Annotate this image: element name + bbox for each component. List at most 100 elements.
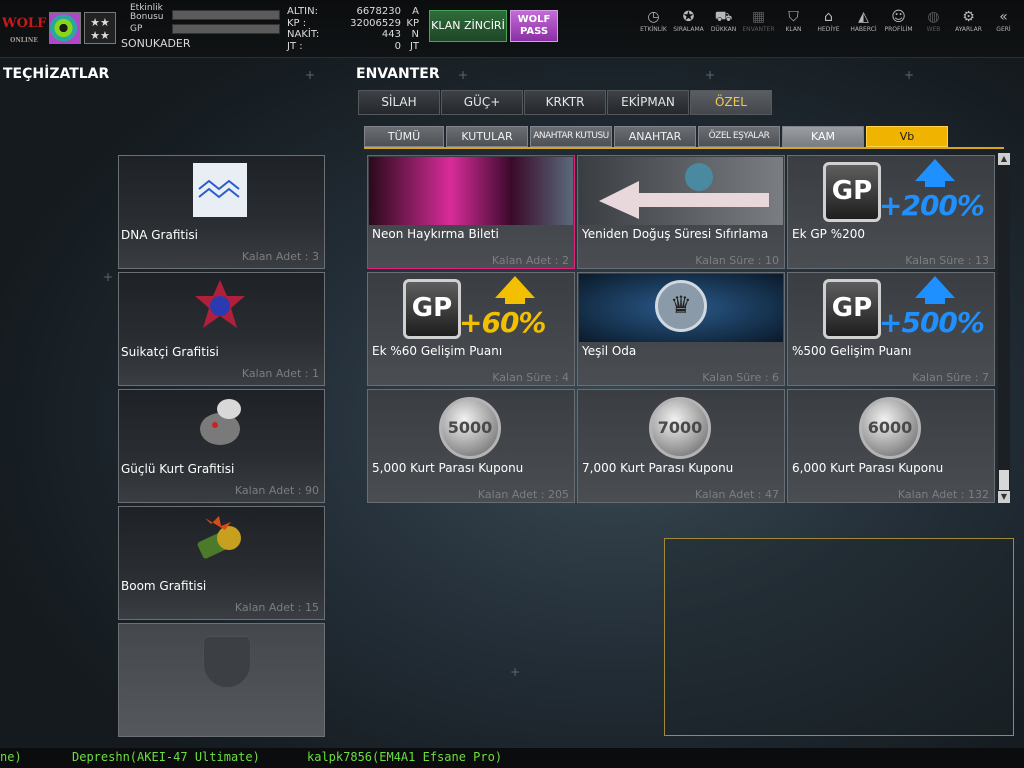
tab-ekipman[interactable]: EKİPMAN (607, 90, 689, 115)
equipment-slot[interactable]: Boom Grafitisi Kalan Adet : 15 (118, 506, 325, 620)
nav-etki̇nli̇k[interactable]: ◷ ETKİNLİK (636, 8, 671, 44)
item-name: Neon Haykırma Bileti (372, 227, 499, 241)
boom-graffiti-icon (197, 516, 241, 559)
decor-cross: + (103, 270, 114, 284)
empty-slot-shield-icon (203, 636, 251, 688)
equipment-count: Kalan Adet : 1 (241, 367, 319, 380)
item-name: 7,000 Kurt Parası Kuponu (582, 461, 734, 475)
subtab-kam[interactable]: KAM (782, 126, 864, 147)
item-name: Yeşil Oda (582, 344, 637, 358)
currency-row-cash: NAKİT: 443 N (287, 29, 419, 40)
inventory-item[interactable]: GP +60% Ek %60 Gelişim Puanı Kalan Süre : 4 (367, 272, 575, 386)
decor-cross: + (458, 68, 469, 82)
gp-bonus-icon: GP +500% (789, 274, 993, 342)
currency-row-jt: JT : 0 JT (287, 40, 419, 52)
chat-ticker: ne) Depreshn(AKEI-47 Ultimate) kalpk7856… (0, 748, 1024, 768)
inventory-item[interactable]: Neon Haykırma Bileti Kalan Adet : 2 (367, 155, 575, 269)
inventory-scrollbar[interactable] (998, 153, 1010, 503)
subtab-anahtar[interactable]: ANAHTAR (614, 126, 696, 147)
equipment-slot[interactable]: Suikatçi Grafitisi Kalan Adet : 1 (118, 272, 325, 386)
decor-cross: + (904, 68, 915, 82)
item-remaining: Kalan Adet : 2 (491, 254, 569, 267)
nav-label: ENVANTER (742, 26, 775, 33)
equipment-slot[interactable]: Güçlü Kurt Grafitisi Kalan Adet : 90 (118, 389, 325, 503)
globe-icon: ◍ (927, 9, 940, 25)
inventory-item[interactable]: GP +500% %500 Gelişim Puanı Kalan Süre : 7 (787, 272, 995, 386)
nav-haberci̇[interactable]: ◭ HABERCİ (846, 8, 881, 44)
neon-shout-ticket-icon (369, 157, 573, 225)
subtab-kutular[interactable]: KUTULAR (446, 126, 528, 147)
subtab-anahtar-kutusu[interactable]: ANAHTAR KUTUSU (530, 126, 612, 147)
nav-label: HABERCİ (850, 26, 877, 33)
wolf-coin-icon: 6000 (789, 391, 993, 459)
scroll-down-arrow-icon[interactable]: ▼ (998, 491, 1010, 503)
nav-label: KLAN (785, 26, 802, 33)
subtab-tumu[interactable]: TÜMÜ (364, 126, 444, 147)
equipment-slot-empty[interactable] (118, 623, 325, 737)
coin-value: 6000 (859, 397, 921, 459)
inventory-item[interactable]: GP +200% Ek GP %200 Kalan Süre : 13 (787, 155, 995, 269)
scroll-thumb[interactable] (999, 470, 1009, 490)
nav-ayarlar[interactable]: ⚙ AYARLAR (951, 8, 986, 44)
inventory-item[interactable]: 7000 7,000 Kurt Parası Kuponu Kalan Adet :… (577, 389, 785, 503)
gp-percent: +60% (459, 306, 546, 339)
medal-icon: ✪ (682, 9, 695, 25)
inventory-item[interactable]: ♛ Yeşil Oda Kalan Süre : 6 (577, 272, 785, 386)
nav-label: GERİ (996, 26, 1011, 33)
nav-hedi̇ye[interactable]: ⌂ HEDİYE (811, 8, 846, 44)
wolf-coin-icon: 5000 (369, 391, 573, 459)
equipment-count: Kalan Adet : 3 (241, 250, 319, 263)
wolf-coin-icon: 7000 (579, 391, 783, 459)
top-bar: WOLF ONLINE ★★ ★★ Etkinlik Bonusu GP SON… (0, 0, 1024, 58)
item-remaining: Kalan Süre : 10 (695, 254, 779, 267)
inventory-item[interactable]: Yeniden Doğuş Süresi Sıfırlama Kalan Süre… (577, 155, 785, 269)
nav-label: DÜKKAN (710, 26, 737, 33)
arrow-stem (925, 294, 945, 304)
equipment-heading: TEÇHİZATLAR (3, 66, 110, 82)
cart-icon: ⛟ (714, 9, 733, 25)
equipment-name: Güçlü Kurt Grafitisi (121, 462, 235, 476)
equipment-name: DNA Grafitisi (121, 228, 199, 242)
item-name: 5,000 Kurt Parası Kuponu (372, 461, 524, 475)
tab-guc[interactable]: GÜÇ+ (441, 90, 523, 115)
avatar[interactable] (49, 12, 81, 44)
nav-profi̇li̇m[interactable]: ☺ PROFİLİM (881, 8, 916, 44)
green-room-icon: ♛ (579, 274, 783, 342)
subtab-ozel-esyalar[interactable]: ÖZEL EŞYALAR (698, 126, 780, 147)
subtab-vb[interactable]: Vb (866, 126, 948, 147)
rank-badge: ★★ ★★ (84, 12, 116, 44)
shield-icon: ⛉ (788, 9, 799, 25)
subtab-underline (364, 147, 1004, 149)
nav-label: AYARLAR (955, 26, 982, 33)
wolf-pass-button[interactable]: WOLF PASS (510, 10, 558, 42)
gp-bonus-icon: GP +200% (789, 157, 993, 225)
tab-ozel[interactable]: ÖZEL (690, 90, 772, 115)
tab-krktr[interactable]: KRKTR (524, 90, 606, 115)
tab-silah[interactable]: SİLAH (358, 90, 440, 115)
item-remaining: Kalan Süre : 7 (912, 371, 989, 384)
item-name: Ek %60 Gelişim Puanı (372, 344, 503, 358)
crown-badge-icon: ♛ (655, 280, 707, 332)
clan-chain-button[interactable]: KLAN ZİNCİRİ (429, 10, 507, 42)
category-tabs: SİLAH GÜÇ+ KRKTR EKİPMAN ÖZEL (358, 90, 773, 115)
nav-siralama[interactable]: ✪ SIRALAMA (671, 8, 706, 44)
inventory-item[interactable]: 5000 5,000 Kurt Parası Kuponu Kalan Adet :… (367, 389, 575, 503)
equipment-slot[interactable]: DNA Grafitisi Kalan Adet : 3 (118, 155, 325, 269)
back-icon: « (999, 9, 1008, 25)
item-remaining: Kalan Adet : 205 (477, 488, 569, 501)
nav-klan[interactable]: ⛉ KLAN (776, 8, 811, 44)
gp-percent: +200% (879, 189, 985, 222)
nav-label: SIRALAMA (673, 26, 704, 33)
item-name: Yeniden Doğuş Süresi Sıfırlama (582, 227, 769, 241)
nav-geri̇[interactable]: «GERİ (986, 8, 1021, 44)
nav-dükkan[interactable]: ⛟ DÜKKAN (706, 8, 741, 44)
dna-graffiti-icon (193, 163, 247, 217)
gp-badge-icon: GP (823, 162, 881, 222)
gp-bar (172, 24, 280, 34)
decor-cross: + (305, 68, 316, 82)
nav-envanter: ▦ ENVANTER (741, 8, 776, 44)
scroll-up-arrow-icon[interactable]: ▲ (998, 153, 1010, 165)
inventory-item[interactable]: 6000 6,000 Kurt Parası Kuponu Kalan Adet :… (787, 389, 995, 503)
event-bonus-bar (172, 10, 280, 20)
nav-label: ETKİNLİK (640, 26, 667, 33)
